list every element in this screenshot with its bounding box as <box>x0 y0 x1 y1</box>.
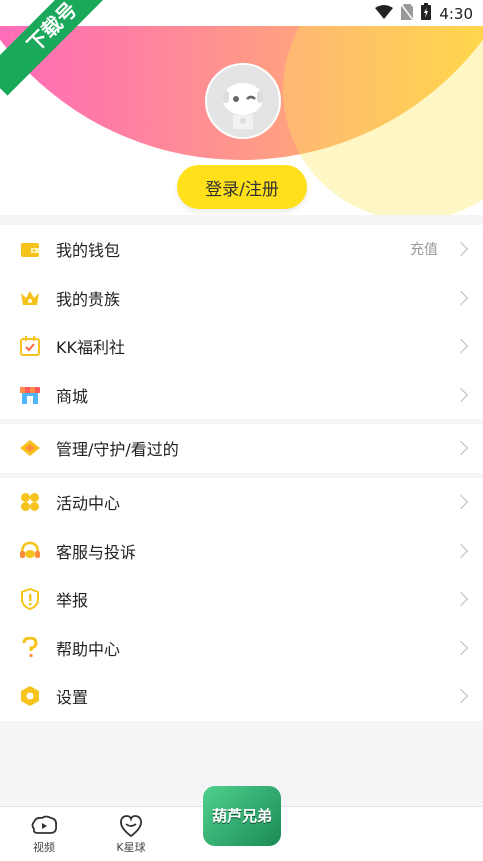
header-glow <box>283 0 483 215</box>
crown-icon <box>19 287 41 309</box>
menu-item-welfare[interactable]: KK福利社 <box>0 322 483 371</box>
robot-avatar-icon <box>207 65 279 137</box>
profile-header: 登录/注册 <box>0 0 483 215</box>
menu-item-settings[interactable]: 设置 <box>0 672 483 721</box>
menu-item-manage-guard-viewed[interactable]: 管理/守护/看过的 <box>0 424 483 473</box>
calendar-check-icon <box>19 335 41 357</box>
menu-label: 举报 <box>56 591 89 611</box>
menu-item-activity-center[interactable]: 活动中心 <box>0 478 483 527</box>
battery-icon <box>421 3 432 24</box>
chevron-right-icon <box>453 640 469 655</box>
chevron-right-icon <box>453 689 469 704</box>
status-time: 4:30 <box>439 4 473 23</box>
report-icon <box>19 588 41 611</box>
chevron-right-icon <box>453 592 469 607</box>
menu-label: 我的钱包 <box>56 241 121 261</box>
menu-label: 客服与投诉 <box>56 542 137 562</box>
menu-label: 活动中心 <box>56 494 121 514</box>
help-icon <box>19 636 41 659</box>
menu-item-report[interactable]: 举报 <box>0 575 483 624</box>
chevron-right-icon <box>453 387 469 402</box>
login-register-button[interactable]: 登录/注册 <box>177 165 307 209</box>
nav-label: 视频 <box>33 841 55 854</box>
menu-group-account: 我的钱包 充值 我的贵族 KK福利社 商城 <box>0 225 483 419</box>
no-sim-icon <box>400 3 414 24</box>
video-icon <box>14 813 74 839</box>
menu-label: KK福利社 <box>56 338 125 358</box>
heart-planet-icon <box>101 813 161 839</box>
chevron-right-icon <box>453 242 469 257</box>
nav-tab-k-planet[interactable]: K星球 <box>101 813 161 855</box>
activity-icon <box>19 491 41 513</box>
chevron-right-icon <box>453 290 469 305</box>
game-promo-banner[interactable]: 葫芦兄弟 <box>203 786 281 846</box>
chevron-right-icon <box>453 441 469 456</box>
chevron-right-icon <box>453 543 469 558</box>
chevron-right-icon <box>453 339 469 354</box>
shop-icon <box>19 384 41 406</box>
menu-item-help-center[interactable]: 帮助中心 <box>0 624 483 673</box>
menu-label: 我的贵族 <box>56 289 121 309</box>
menu-label: 管理/守护/看过的 <box>56 440 179 460</box>
menu-label: 帮助中心 <box>56 639 121 659</box>
avatar[interactable] <box>205 63 281 139</box>
menu-label: 商城 <box>56 386 89 406</box>
nav-tab-video[interactable]: 视频 <box>14 813 74 855</box>
menu-label: 设置 <box>56 688 89 708</box>
nav-label: K星球 <box>116 841 146 854</box>
wifi-icon <box>375 4 394 23</box>
menu-group-manage: 管理/守护/看过的 <box>0 424 483 473</box>
headset-icon <box>19 540 41 562</box>
game-title: 葫芦兄弟 <box>211 807 272 825</box>
settings-icon <box>19 685 41 707</box>
chevron-right-icon <box>453 495 469 510</box>
menu-item-wallet[interactable]: 我的钱包 充值 <box>0 225 483 274</box>
menu-group-support: 活动中心 客服与投诉 举报 帮助中心 设置 <box>0 478 483 721</box>
diamond-icon <box>19 437 41 459</box>
menu-item-shop[interactable]: 商城 <box>0 371 483 420</box>
menu-item-customer-service[interactable]: 客服与投诉 <box>0 527 483 576</box>
wallet-icon <box>19 238 41 260</box>
recharge-link[interactable]: 充值 <box>410 239 438 259</box>
menu-item-nobility[interactable]: 我的贵族 <box>0 274 483 323</box>
